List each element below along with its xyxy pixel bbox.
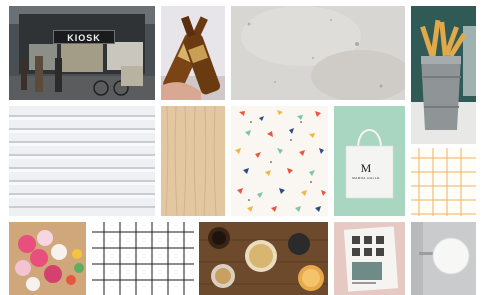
- brochure-mockup-tile[interactable]: [334, 222, 405, 295]
- terrazzo-pattern-tile[interactable]: [231, 106, 328, 216]
- tote-bag-logo: M MARNA HALLE: [346, 162, 386, 180]
- white-siding-texture: [9, 106, 155, 216]
- fries-photo: [411, 6, 476, 144]
- white-siding-texture-tile[interactable]: [9, 106, 155, 216]
- candy-photo: [9, 222, 86, 295]
- gallery-title: Image gallery: [0, 0, 1, 1]
- concrete-texture-tile[interactable]: [231, 6, 405, 100]
- round-sign-photo-tile[interactable]: [411, 222, 476, 295]
- candy-photo-tile[interactable]: [9, 222, 86, 295]
- terrazzo-pattern: [231, 106, 328, 216]
- beer-bottles-photo: [161, 6, 225, 100]
- kiosk-photo: [9, 6, 155, 100]
- beer-bottles-photo-tile[interactable]: [161, 6, 225, 100]
- black-grid-pattern: [92, 222, 194, 295]
- kiosk-photo-tile[interactable]: KIOSK: [9, 6, 155, 100]
- round-sign-photo: [411, 222, 476, 295]
- tote-bag-logo-mark: M: [360, 161, 372, 175]
- concrete-texture: [231, 6, 405, 100]
- orange-grid-pattern-tile[interactable]: [411, 148, 476, 216]
- tote-bag-logo-text: MARNA HALLE: [352, 176, 380, 180]
- tote-bag-mockup-tile[interactable]: M MARNA HALLE: [334, 106, 405, 216]
- fries-photo-tile[interactable]: [411, 6, 476, 144]
- brochure-mockup: [334, 222, 405, 295]
- drinks-table-photo-tile[interactable]: [199, 222, 328, 295]
- wood-texture: [161, 106, 225, 216]
- drinks-table-photo: [199, 222, 328, 295]
- wood-texture-tile[interactable]: [161, 106, 225, 216]
- black-grid-pattern-tile[interactable]: [92, 222, 194, 295]
- kiosk-sign-text: KIOSK: [53, 30, 115, 44]
- orange-grid-pattern: [411, 148, 476, 216]
